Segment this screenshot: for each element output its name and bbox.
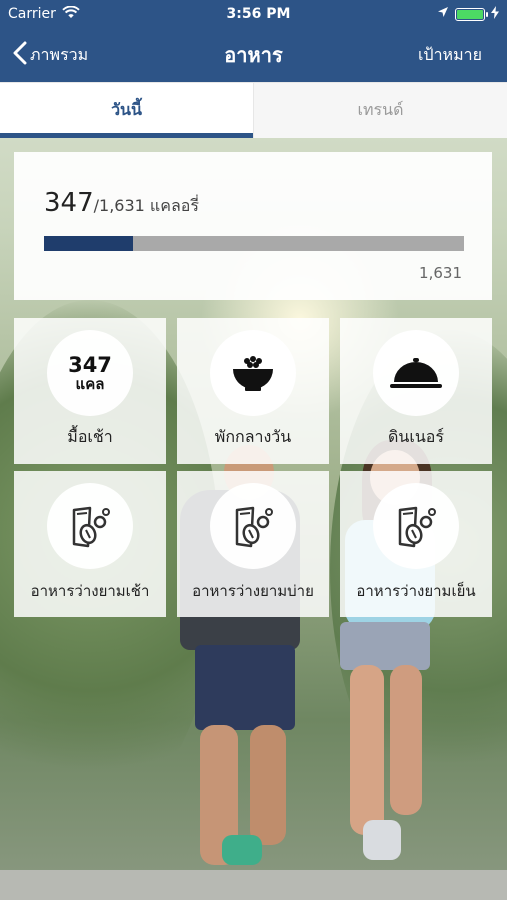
breakfast-kcal-unit: แคล (75, 374, 105, 393)
navigation-bar: ภาพรวม อาหาร เป้าหมาย (0, 28, 507, 82)
chevron-left-icon (12, 41, 28, 69)
meal-tile-dinner[interactable]: ดินเนอร์ (340, 318, 492, 464)
meal-tile-evening-snack[interactable]: อาหารว่างยามเย็น (340, 471, 492, 617)
calorie-progress-fill (44, 236, 134, 251)
calorie-summary-card: 347/1,631 แคลอรี่ 1,631 (14, 152, 492, 300)
meal-tile-breakfast[interactable]: 347 แคล มื้อเช้า (14, 318, 166, 464)
back-label: ภาพรวม (30, 44, 89, 64)
location-arrow-icon (437, 6, 449, 22)
meal-label-afternoon-snack: อาหารว่างยามบ่าย (192, 582, 314, 600)
calorie-consumed: 347 (44, 188, 94, 218)
calorie-goal-number: 1,631 (419, 264, 462, 282)
meal-label-dinner: ดินเนอร์ (388, 427, 444, 446)
calorie-total: 347/1,631 แคลอรี่ (44, 188, 199, 219)
back-button[interactable]: ภาพรวม (12, 41, 88, 69)
rice-bowl-icon (210, 330, 296, 416)
meal-label-breakfast: มื้อเช้า (67, 427, 113, 446)
snack-icon (373, 483, 459, 569)
battery-icon (455, 7, 488, 21)
meal-label-evening-snack: อาหารว่างยามเย็น (356, 582, 476, 600)
carrier-label: Carrier (8, 6, 56, 22)
goal-button[interactable]: เป้าหมาย (418, 43, 482, 68)
segment-tabs: วันนี้ เทรนด์ (0, 82, 507, 138)
wifi-icon (62, 5, 80, 23)
cloche-icon (373, 330, 459, 416)
breakfast-kcal-value: 347 (68, 352, 112, 377)
tab-trend[interactable]: เทรนด์ (253, 83, 507, 138)
status-time: 3:56 PM (226, 6, 291, 22)
meal-label-lunch: พักกลางวัน (214, 427, 292, 446)
status-bar: Carrier 3:56 PM (0, 0, 507, 28)
snack-icon (47, 483, 133, 569)
top-bar: Carrier 3:56 PM ภาพรวม อาหาร เป้าหมาย (0, 0, 507, 82)
meal-tile-lunch[interactable]: พักกลางวัน (177, 318, 329, 464)
charging-bolt-icon (491, 5, 499, 23)
tab-today[interactable]: วันนี้ (0, 83, 253, 138)
meal-tile-afternoon-snack[interactable]: อาหารว่างยามบ่าย (177, 471, 329, 617)
meal-label-morning-snack: อาหารว่างยามเช้า (30, 582, 150, 600)
calorie-goal-text: /1,631 แคลอรี่ (93, 196, 199, 215)
calorie-progress-bar (44, 236, 464, 251)
snack-icon (210, 483, 296, 569)
breakfast-kcal-badge: 347 แคล (47, 330, 133, 416)
meal-tile-morning-snack[interactable]: อาหารว่างยามเช้า (14, 471, 166, 617)
